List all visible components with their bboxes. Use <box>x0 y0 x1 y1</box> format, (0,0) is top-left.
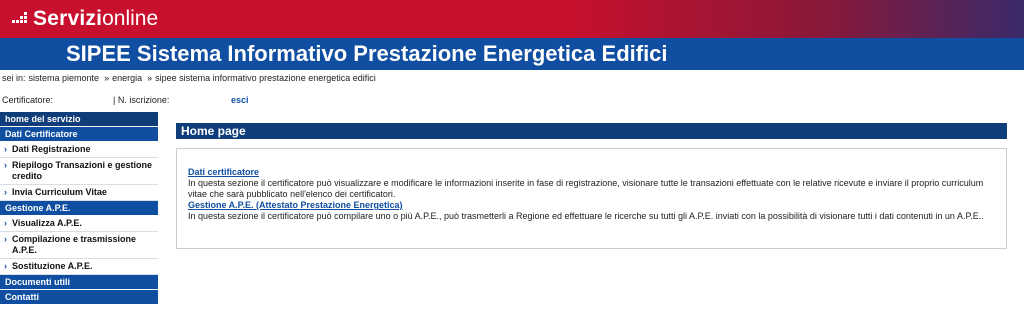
certificatore-label: Certificatore: <box>2 95 54 105</box>
sidebar-item-sostituzione-ape[interactable]: › Sostituzione A.P.E. <box>0 259 158 275</box>
gestione-ape-description: In questa sezione il certificatore può c… <box>188 211 984 221</box>
sidebar-nav: home del servizio Dati Certificatore › D… <box>0 112 158 305</box>
sidebar-section-dati-certificatore[interactable]: Dati Certificatore <box>0 127 158 141</box>
breadcrumb: sei in: sistema piemonte» energia» sipee si… <box>2 73 379 83</box>
arrow-right-icon: › <box>4 218 7 228</box>
iscrizione-label: | N. iscrizione: <box>113 95 170 105</box>
arrow-right-icon: › <box>4 261 7 271</box>
top-banner: Servizi online <box>0 0 1024 38</box>
breadcrumb-separator: » <box>104 73 110 83</box>
sidebar-item-label: Sostituzione A.P.E. <box>12 261 93 271</box>
dots-logo-icon <box>12 12 30 26</box>
arrow-right-icon: › <box>4 144 7 154</box>
sidebar-documenti-utili[interactable]: Documenti utili <box>0 275 158 289</box>
breadcrumb-separator: » <box>147 73 153 83</box>
sidebar-item-label: Riepilogo Transazioni e gestione credito <box>12 160 153 181</box>
brand-light-text: online <box>102 7 159 30</box>
breadcrumb-link-energia[interactable]: energia <box>112 73 142 83</box>
dati-certificatore-link[interactable]: Dati certificatore <box>188 167 995 178</box>
servizionline-logo[interactable]: Servizi online <box>12 5 158 33</box>
sidebar-item-compilazione-ape[interactable]: › Compilazione e trasmissione A.P.E. <box>0 232 158 259</box>
page-title: SIPEE Sistema Informativo Prestazione En… <box>66 41 668 66</box>
service-title-bar: SIPEE Sistema Informativo Prestazione En… <box>0 38 1024 70</box>
breadcrumb-current: sipee sistema informativo prestazione en… <box>155 73 376 83</box>
sidebar-item-label: Invia Curriculum Vitae <box>12 187 107 197</box>
user-info-row: Certificatore: | N. iscrizione: esci <box>0 93 1024 107</box>
main-content: Home page Dati certificatore In questa s… <box>176 123 1007 249</box>
arrow-right-icon: › <box>4 187 7 197</box>
sidebar-item-label: Compilazione e trasmissione A.P.E. <box>12 234 137 255</box>
page-heading: Home page <box>176 123 1007 139</box>
home-content-box: Dati certificatore In questa sezione il … <box>176 148 1007 249</box>
breadcrumb-link-sistema-piemonte[interactable]: sistema piemonte <box>29 73 100 83</box>
logout-link[interactable]: esci <box>231 95 249 105</box>
dati-certificatore-description: In questa sezione il certificatore può v… <box>188 178 984 199</box>
sidebar-item-riepilogo-transazioni[interactable]: › Riepilogo Transazioni e gestione credi… <box>0 158 158 185</box>
sidebar-contatti[interactable]: Contatti <box>0 290 158 304</box>
gestione-ape-link[interactable]: Gestione A.P.E. (Attestato Prestazione E… <box>188 200 995 211</box>
sidebar-item-dati-registrazione[interactable]: › Dati Registrazione <box>0 142 158 158</box>
sidebar-item-label: Visualizza A.P.E. <box>12 218 82 228</box>
sidebar-home[interactable]: home del servizio <box>0 112 158 126</box>
breadcrumb-prefix: sei in: <box>2 73 26 83</box>
sidebar-section-gestione-ape[interactable]: Gestione A.P.E. <box>0 201 158 215</box>
sidebar-item-label: Dati Registrazione <box>12 144 91 154</box>
arrow-right-icon: › <box>4 160 7 170</box>
sidebar-item-visualizza-ape[interactable]: › Visualizza A.P.E. <box>0 216 158 232</box>
arrow-right-icon: › <box>4 234 7 244</box>
brand-bold-text: Servizi <box>33 7 103 30</box>
sidebar-item-invia-curriculum[interactable]: › Invia Curriculum Vitae <box>0 185 158 201</box>
